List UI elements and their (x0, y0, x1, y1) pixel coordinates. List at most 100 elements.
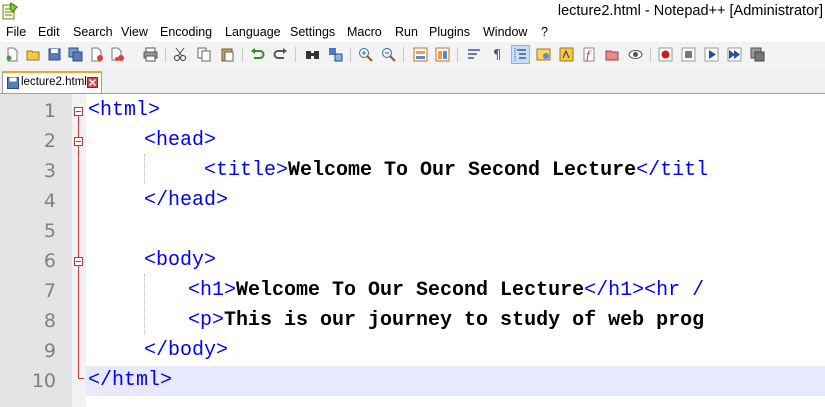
replace-icon[interactable] (327, 46, 344, 63)
menu-edit[interactable]: Edit (38, 25, 60, 39)
toolbar: ¶ f (0, 42, 825, 69)
open-file-icon[interactable] (25, 46, 42, 63)
fold-head-icon[interactable] (74, 137, 83, 146)
record-macro-icon[interactable] (657, 46, 674, 63)
close-tab-icon[interactable] (87, 77, 98, 88)
toolbar-separator (295, 47, 296, 62)
close-icon[interactable] (88, 46, 105, 63)
redo-icon[interactable] (272, 46, 289, 63)
line-number: 3 (43, 160, 56, 182)
line-number: 2 (43, 130, 56, 152)
code-text: Welcome To Our Second Lecture (236, 279, 585, 302)
menu-window[interactable]: Window (483, 25, 527, 39)
window-title: lecture2.html - Notepad++ [Administrator… (557, 3, 823, 19)
print-icon[interactable] (142, 46, 159, 63)
line-number: 7 (43, 280, 56, 302)
code-tag: <body> (144, 249, 217, 272)
code-line-10: </html> (88, 366, 172, 396)
function-list-icon[interactable] (558, 46, 575, 63)
code-line-3: <title>Welcome To Our Second Lecture</ti… (204, 156, 708, 186)
play-macro-icon[interactable] (703, 46, 720, 63)
code-tag: </html> (88, 369, 173, 392)
current-line-highlight (86, 366, 825, 396)
monitor-icon[interactable] (627, 46, 644, 63)
sync-vertical-icon[interactable] (412, 46, 429, 63)
code-tag: </titl (636, 159, 709, 182)
fold-body-icon[interactable] (74, 257, 83, 266)
toolbar-separator (650, 47, 651, 62)
notepad-plus-plus-icon (2, 2, 18, 20)
code-line-7: <h1>Welcome To Our Second Lecture</h1><h… (188, 276, 704, 306)
toolbar-separator (242, 47, 243, 62)
new-file-icon[interactable] (4, 46, 21, 63)
saved-file-icon (7, 77, 19, 89)
editor[interactable]: 1 2 3 4 5 6 7 8 9 10 <html> <head> <titl… (0, 94, 825, 407)
code-tag: <h1> (188, 279, 237, 302)
code-line-6: <body> (144, 246, 216, 276)
line-number: 1 (43, 100, 56, 122)
code-text: Welcome To Our Second Lecture (288, 159, 637, 182)
menu-help[interactable]: ? (541, 25, 548, 39)
code-tag: </body> (144, 339, 229, 362)
toolbar-separator (403, 47, 404, 62)
toolbar-separator (350, 47, 351, 62)
menu-view[interactable]: View (121, 25, 148, 39)
close-all-icon[interactable] (109, 46, 126, 63)
code-tag: </h1><hr / (584, 279, 705, 302)
word-wrap-icon[interactable] (466, 46, 483, 63)
save-macro-icon[interactable] (749, 46, 766, 63)
save-all-icon[interactable] (67, 46, 84, 63)
code-tag: <title> (204, 159, 289, 182)
code-line-9: </body> (144, 336, 228, 366)
line-number: 6 (43, 250, 56, 272)
tab-bar: lecture2.html (0, 68, 825, 94)
menu-search[interactable]: Search (73, 25, 113, 39)
run-macro-multiple-icon[interactable] (726, 46, 743, 63)
menu-language[interactable]: Language (225, 25, 281, 39)
code-tag: <html> (88, 99, 161, 122)
fold-html-icon[interactable] (74, 107, 83, 116)
indent-guide (144, 274, 145, 334)
save-icon[interactable] (46, 46, 63, 63)
fold-end-marker (78, 378, 84, 379)
title-bar: lecture2.html - Notepad++ [Administrator… (0, 0, 825, 24)
menu-encoding[interactable]: Encoding (160, 25, 212, 39)
toolbar-separator (165, 47, 166, 62)
copy-icon[interactable] (196, 46, 213, 63)
menu-file[interactable]: File (6, 25, 26, 39)
line-number: 4 (43, 190, 56, 212)
sync-horizontal-icon[interactable] (434, 46, 451, 63)
menu-bar: File Edit Search View Encoding Language … (0, 24, 825, 42)
language-icon[interactable] (535, 46, 552, 63)
line-number: 5 (43, 220, 56, 242)
document-map-icon[interactable] (604, 46, 621, 63)
cut-icon[interactable] (172, 46, 189, 63)
stop-macro-icon[interactable] (680, 46, 697, 63)
code-text: This is our journey to study of web prog (224, 309, 705, 332)
menu-settings[interactable]: Settings (290, 25, 335, 39)
code-line-1: <html> (88, 96, 160, 126)
code-line-4: </head> (144, 186, 228, 216)
code-tag: <p> (188, 309, 225, 332)
toolbar-separator (457, 47, 458, 62)
menu-run[interactable]: Run (395, 25, 418, 39)
zoom-out-icon[interactable] (380, 46, 397, 63)
menu-macro[interactable]: Macro (347, 25, 382, 39)
paste-icon[interactable] (219, 46, 236, 63)
tab-lecture2-html[interactable]: lecture2.html (2, 71, 102, 93)
find-icon[interactable] (304, 46, 321, 63)
fold-line (78, 116, 79, 378)
menu-plugins[interactable]: Plugins (429, 25, 470, 39)
code-tag: </head> (144, 189, 229, 212)
line-number: 9 (43, 340, 56, 362)
folder-workspace-icon[interactable]: f (581, 46, 598, 63)
code-line-2: <head> (144, 126, 216, 156)
indent-guide (144, 154, 145, 184)
line-number: 10 (31, 370, 56, 392)
undo-icon[interactable] (249, 46, 266, 63)
tab-label: lecture2.html (21, 76, 87, 88)
line-number: 8 (43, 310, 56, 332)
zoom-in-icon[interactable] (357, 46, 374, 63)
indent-guide-icon[interactable] (511, 45, 530, 64)
show-all-characters-icon[interactable]: ¶ (489, 46, 506, 63)
